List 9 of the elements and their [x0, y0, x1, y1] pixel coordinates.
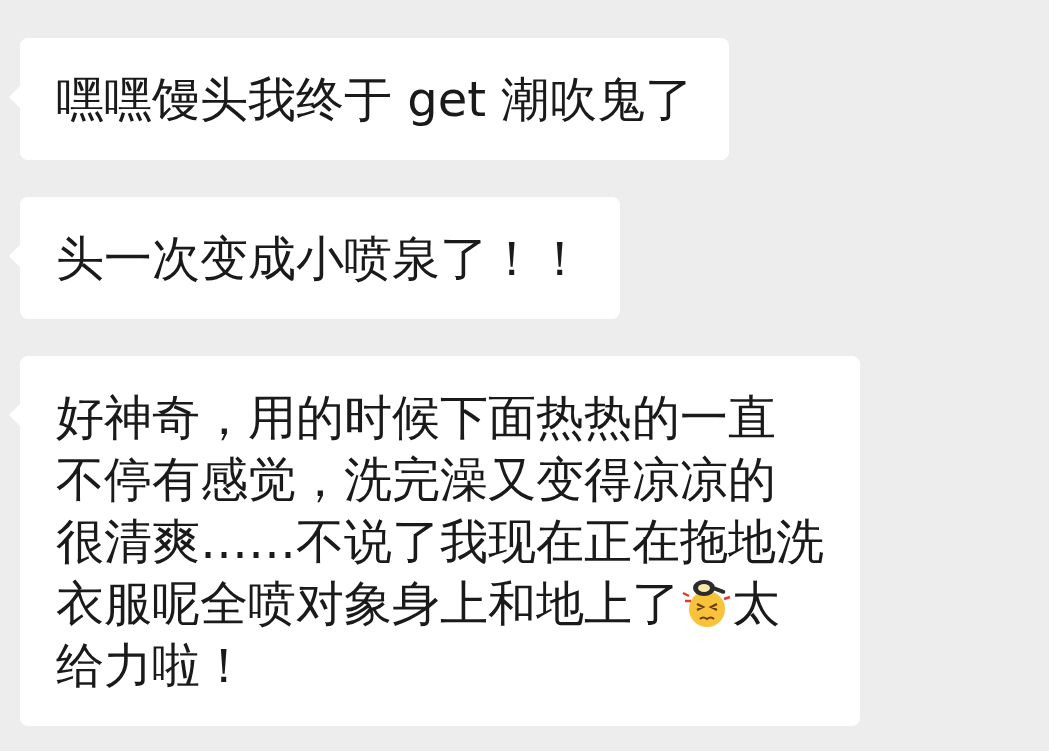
- message-text: 嘿嘿馒头我终于 get 潮吹鬼了: [56, 70, 694, 129]
- pan-on-head-emoji-icon: [680, 577, 732, 629]
- message-text: 不停有感觉，洗完澡又变得凉凉的: [56, 450, 776, 509]
- message-text: 好神奇，用的时候下面热热的一直: [56, 388, 776, 447]
- message-text: 太: [732, 574, 780, 633]
- message-text: 衣服呢全喷对象身上和地上了: [56, 574, 680, 633]
- message-text: 头一次变成小喷泉了！！: [56, 229, 584, 288]
- message-text: 给力啦！: [56, 636, 248, 695]
- message-text: 很清爽……不说了我现在正在拖地洗: [56, 512, 824, 571]
